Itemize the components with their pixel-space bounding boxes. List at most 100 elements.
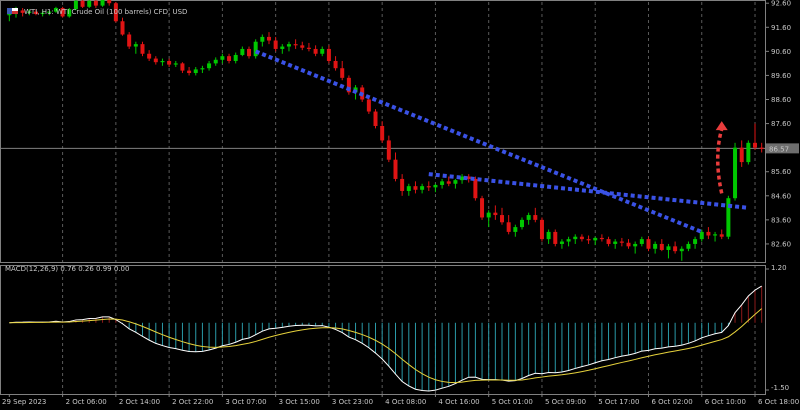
candle xyxy=(753,123,758,151)
candle xyxy=(247,46,252,59)
candle xyxy=(386,135,391,163)
time-tick-label: 6 Oct 10:00 xyxy=(705,398,746,406)
candle xyxy=(400,174,405,196)
forecast-arrow-shaft xyxy=(716,128,724,194)
price-tick-label: 82.60 xyxy=(771,240,791,248)
candle-body xyxy=(513,227,518,232)
candle xyxy=(187,67,192,76)
candle xyxy=(739,140,744,167)
candle-body xyxy=(413,186,418,190)
candle-body xyxy=(546,231,551,240)
candle-body xyxy=(393,159,398,179)
candle-body xyxy=(553,231,558,244)
candle xyxy=(107,0,112,6)
candle xyxy=(440,178,445,189)
candle-body xyxy=(273,40,278,49)
candle-body xyxy=(280,46,285,49)
candle xyxy=(260,34,265,47)
candle xyxy=(519,217,524,230)
candle xyxy=(526,212,531,225)
candle-body xyxy=(486,212,491,218)
candle-body xyxy=(673,246,678,252)
candle-body xyxy=(599,237,604,240)
time-tick-label: 5 Oct 01:00 xyxy=(492,398,533,406)
candle-body xyxy=(519,219,524,228)
candle-body xyxy=(320,48,325,54)
candle-body xyxy=(7,14,12,16)
trading-chart[interactable]: 82.6083.6084.6085.6086.6087.6088.6089.60… xyxy=(0,0,800,410)
candle-body xyxy=(180,63,185,71)
candle xyxy=(513,224,518,237)
candle xyxy=(493,205,498,220)
candle xyxy=(426,181,431,191)
candle-body xyxy=(400,178,405,191)
price-tick-label: 87.60 xyxy=(771,120,791,128)
candle xyxy=(366,97,371,114)
candle-body xyxy=(187,70,192,74)
candle xyxy=(380,121,385,143)
candle xyxy=(220,53,225,64)
candle-body xyxy=(266,36,271,41)
candle xyxy=(480,195,485,220)
candle-body xyxy=(80,0,85,7)
candle-body xyxy=(420,186,425,190)
candle xyxy=(93,0,98,9)
candle-body xyxy=(619,241,624,243)
candle-body xyxy=(386,140,391,160)
price-tick-label: 92.60 xyxy=(771,0,791,8)
candle xyxy=(200,65,205,74)
candle-body xyxy=(633,243,638,247)
time-tick-label: 4 Oct 08:00 xyxy=(385,398,426,406)
candle xyxy=(286,41,291,52)
candle-body xyxy=(300,45,305,48)
time-tick-label: 3 Oct 23:00 xyxy=(332,398,373,406)
candle xyxy=(253,39,258,59)
time-tick-label: 2 Oct 06:00 xyxy=(66,398,107,406)
candle-body xyxy=(406,186,411,191)
candle-body xyxy=(659,243,664,250)
candle-body xyxy=(679,248,684,252)
candle-body xyxy=(207,63,212,69)
candle-body xyxy=(473,178,478,199)
candle-body xyxy=(706,231,711,236)
candle xyxy=(280,44,285,54)
candle xyxy=(293,39,298,49)
candle-body xyxy=(566,239,571,242)
candle xyxy=(180,62,185,74)
candle xyxy=(173,60,178,67)
price-tick-label: 88.60 xyxy=(771,96,791,104)
candle xyxy=(626,239,631,249)
candle xyxy=(167,58,172,67)
candle-body xyxy=(713,234,718,236)
candle-body xyxy=(140,44,145,54)
candle xyxy=(646,236,651,252)
candle-body xyxy=(93,0,98,6)
time-tick-label: 5 Oct 17:00 xyxy=(598,398,639,406)
candle xyxy=(420,183,425,194)
candle-body xyxy=(746,142,751,163)
candle-body xyxy=(759,147,764,149)
candle-body xyxy=(233,54,238,61)
candle xyxy=(433,183,438,193)
candle xyxy=(500,207,505,225)
candle-body xyxy=(613,241,618,244)
candle-body xyxy=(193,69,198,74)
time-tick-label: 3 Oct 15:00 xyxy=(279,398,320,406)
candle-body xyxy=(606,239,611,244)
time-tick-label: 6 Oct 18:00 xyxy=(758,398,799,406)
candle xyxy=(326,45,331,64)
macd-ytick-high: 1.20 xyxy=(771,264,787,272)
candle-body xyxy=(213,59,218,64)
candle xyxy=(706,227,711,240)
candle-body xyxy=(373,111,378,126)
candle xyxy=(553,229,558,247)
candle xyxy=(333,56,338,71)
candle-body xyxy=(753,142,758,148)
candle xyxy=(87,0,92,9)
candle xyxy=(393,152,398,182)
candle-body xyxy=(693,239,698,244)
price-tick-label: 91.60 xyxy=(771,24,791,32)
candle-body xyxy=(699,231,704,240)
candle-body xyxy=(127,34,132,47)
price-tick-label: 90.60 xyxy=(771,48,791,56)
